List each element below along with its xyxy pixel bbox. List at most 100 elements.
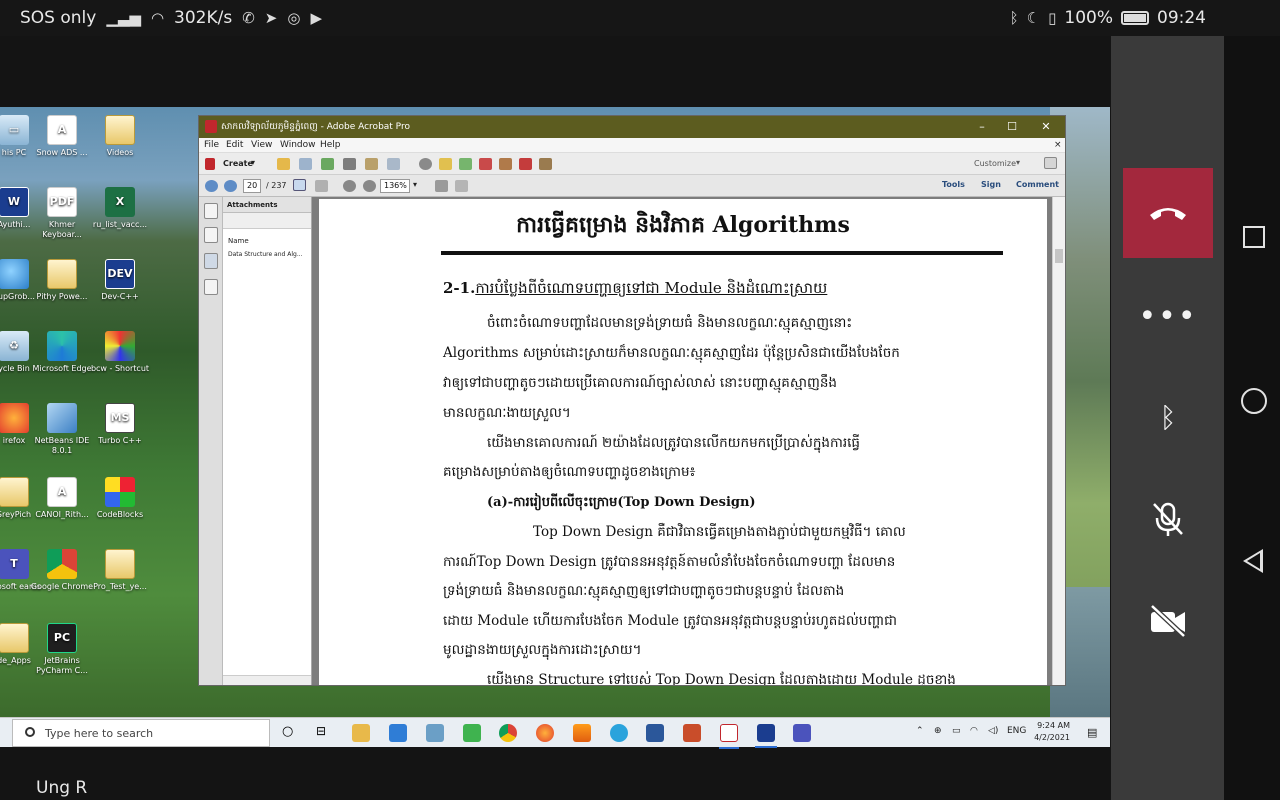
cloud-icon[interactable] [321, 158, 334, 170]
taskbar-search[interactable]: Type here to search [12, 719, 270, 747]
attachment-item[interactable]: Data Structure and Alg... [228, 251, 310, 258]
sign-link[interactable]: Sign [981, 180, 1001, 189]
acrobat-icon[interactable] [719, 724, 739, 749]
bookmarks-icon[interactable] [204, 227, 218, 243]
document-scrollbar[interactable] [1052, 197, 1065, 685]
task-view-icon[interactable]: ⊟ [316, 724, 326, 738]
window-titlebar[interactable]: សាកលវិទ្យាល័យភូមិន្ទភ្នំពេញ - Adobe Acro… [199, 116, 1065, 138]
zoom-input[interactable]: 136% [380, 179, 410, 193]
desktop-icon-videos[interactable]: Videos [88, 115, 152, 158]
expand-icon[interactable] [1044, 157, 1057, 169]
zoom-in-icon[interactable] [363, 180, 376, 192]
print-icon[interactable] [343, 158, 356, 170]
zoom-out-icon[interactable] [343, 180, 356, 192]
tools-link[interactable]: Tools [942, 180, 965, 189]
desktop-icon-pithy[interactable]: Pithy Powe... [30, 259, 94, 302]
settings-icon[interactable] [419, 158, 432, 170]
attachments-column-name[interactable]: Name [228, 237, 249, 245]
battery-icon[interactable]: ▭ [952, 726, 961, 736]
menu-window[interactable]: Window [280, 140, 316, 150]
cortana-icon[interactable]: ○ [282, 724, 293, 739]
camera-off-icon [1150, 604, 1186, 638]
scroll-thumb[interactable] [1055, 249, 1063, 263]
end-call-button[interactable] [1123, 168, 1213, 258]
open-icon[interactable] [277, 158, 290, 170]
desktop-icon-snow-ads[interactable]: A Snow ADS ... [30, 115, 94, 158]
close-icon[interactable]: ✕ [1033, 119, 1059, 134]
email-icon[interactable] [387, 158, 400, 170]
mute-button[interactable] [1123, 474, 1213, 564]
desktop-icon-ru-list[interactable]: Xru_list_vacc... [88, 187, 152, 230]
next-page-icon[interactable] [224, 180, 237, 192]
desktop-icon-bcw[interactable]: bcw - Shortcut [88, 331, 152, 374]
save-icon[interactable] [299, 158, 312, 170]
volume-icon[interactable]: ◁) [988, 726, 998, 736]
vlc-icon[interactable] [573, 724, 591, 742]
menu-help[interactable]: Help [320, 140, 341, 150]
android-nav-bar [1224, 36, 1280, 800]
pdf-icon[interactable] [519, 158, 532, 170]
hand-tool-icon[interactable] [315, 180, 328, 192]
select-tool-icon[interactable] [293, 179, 306, 191]
desktop-icon-codeblocks[interactable]: CodeBlocks [88, 477, 152, 520]
desktop-icon-pro-test[interactable]: Pro_Test_ye... [88, 549, 152, 592]
highlight-icon[interactable] [459, 158, 472, 170]
word-icon[interactable] [646, 724, 664, 742]
taskbar-clock[interactable]: 9:24 AM 4/2/2021 [1030, 720, 1070, 744]
maximize-icon[interactable]: ☐ [999, 119, 1025, 134]
edit-icon[interactable] [365, 158, 378, 170]
telegram-icon[interactable] [610, 724, 628, 742]
stamp-icon[interactable] [479, 158, 492, 170]
youtube-icon: ▶ [310, 9, 323, 27]
comment-icon[interactable] [439, 158, 452, 170]
tray-overflow-icon[interactable]: ⌃ [916, 726, 924, 736]
notifications-icon[interactable]: ▤ [1087, 726, 1097, 739]
menu-view[interactable]: View [251, 140, 272, 150]
bluetooth-audio-button[interactable]: ᛒ [1123, 372, 1213, 462]
more-options-button[interactable]: ••• [1123, 271, 1213, 361]
previous-page-icon[interactable] [205, 180, 218, 192]
desktop-icon-devcpp[interactable]: DEV Dev-C++ [88, 259, 152, 302]
menu-edit[interactable]: Edit [226, 140, 243, 150]
attachments-scrollbar[interactable] [223, 675, 311, 685]
desktop-icon-canoi[interactable]: A CANOI_Rith... [30, 477, 94, 520]
chrome-icon[interactable] [499, 724, 517, 742]
menu-file[interactable]: File [204, 140, 219, 150]
attach-icon[interactable] [499, 158, 512, 170]
document-close-icon[interactable]: × [1054, 140, 1062, 150]
desktop-icon-edge[interactable]: Microsoft Edge [30, 331, 94, 374]
teams-icon[interactable] [793, 724, 811, 742]
fit-width-icon[interactable] [455, 180, 468, 192]
app-icon[interactable] [426, 724, 444, 742]
desktop-icon-turbo-cpp[interactable]: MS Turbo C++ [88, 403, 152, 446]
form-icon[interactable] [539, 158, 552, 170]
page-thumbnails-icon[interactable] [204, 203, 218, 219]
back-button[interactable] [1243, 549, 1263, 573]
desktop-icon-netbeans[interactable]: NetBeans IDE 8.0.1 [30, 403, 94, 456]
file-explorer-icon[interactable] [352, 724, 370, 742]
camera-button[interactable] [1123, 576, 1213, 666]
attachments-icon[interactable] [204, 253, 218, 269]
tray-app-icon[interactable]: ⊕ [934, 726, 942, 736]
home-button[interactable] [1241, 388, 1267, 414]
signatures-icon[interactable] [204, 279, 218, 295]
firefox-icon[interactable] [536, 724, 554, 742]
network-icon[interactable]: ◠ [970, 726, 978, 736]
page-number-input[interactable]: 20 [243, 179, 261, 193]
body-line: ការណ៍Top Down Design ត្រូវបាននអនុវត្តន៍ត… [443, 554, 896, 570]
recent-apps-button[interactable] [1243, 226, 1265, 248]
desktop-icon-pycharm[interactable]: PC JetBrains PyCharm C... [30, 623, 94, 676]
comment-link[interactable]: Comment [1016, 180, 1059, 189]
desktop-icon-chrome[interactable]: Google Chrome [30, 549, 94, 592]
customize-button[interactable]: Customize [974, 159, 1016, 168]
fit-page-icon[interactable] [435, 180, 448, 192]
mail-icon[interactable] [389, 724, 407, 742]
desktop-icon-khmer-keyboard[interactable]: PDF Khmer Keyboar... [30, 187, 94, 240]
powerpoint-icon[interactable] [683, 724, 701, 742]
language-indicator[interactable]: ENG [1007, 726, 1026, 736]
minimize-icon[interactable]: – [969, 119, 995, 134]
zoom-dropdown-icon[interactable]: ▾ [413, 180, 417, 189]
app-icon[interactable] [463, 724, 481, 742]
devcpp-icon[interactable] [755, 724, 777, 748]
create-button[interactable]: Create [223, 159, 253, 168]
